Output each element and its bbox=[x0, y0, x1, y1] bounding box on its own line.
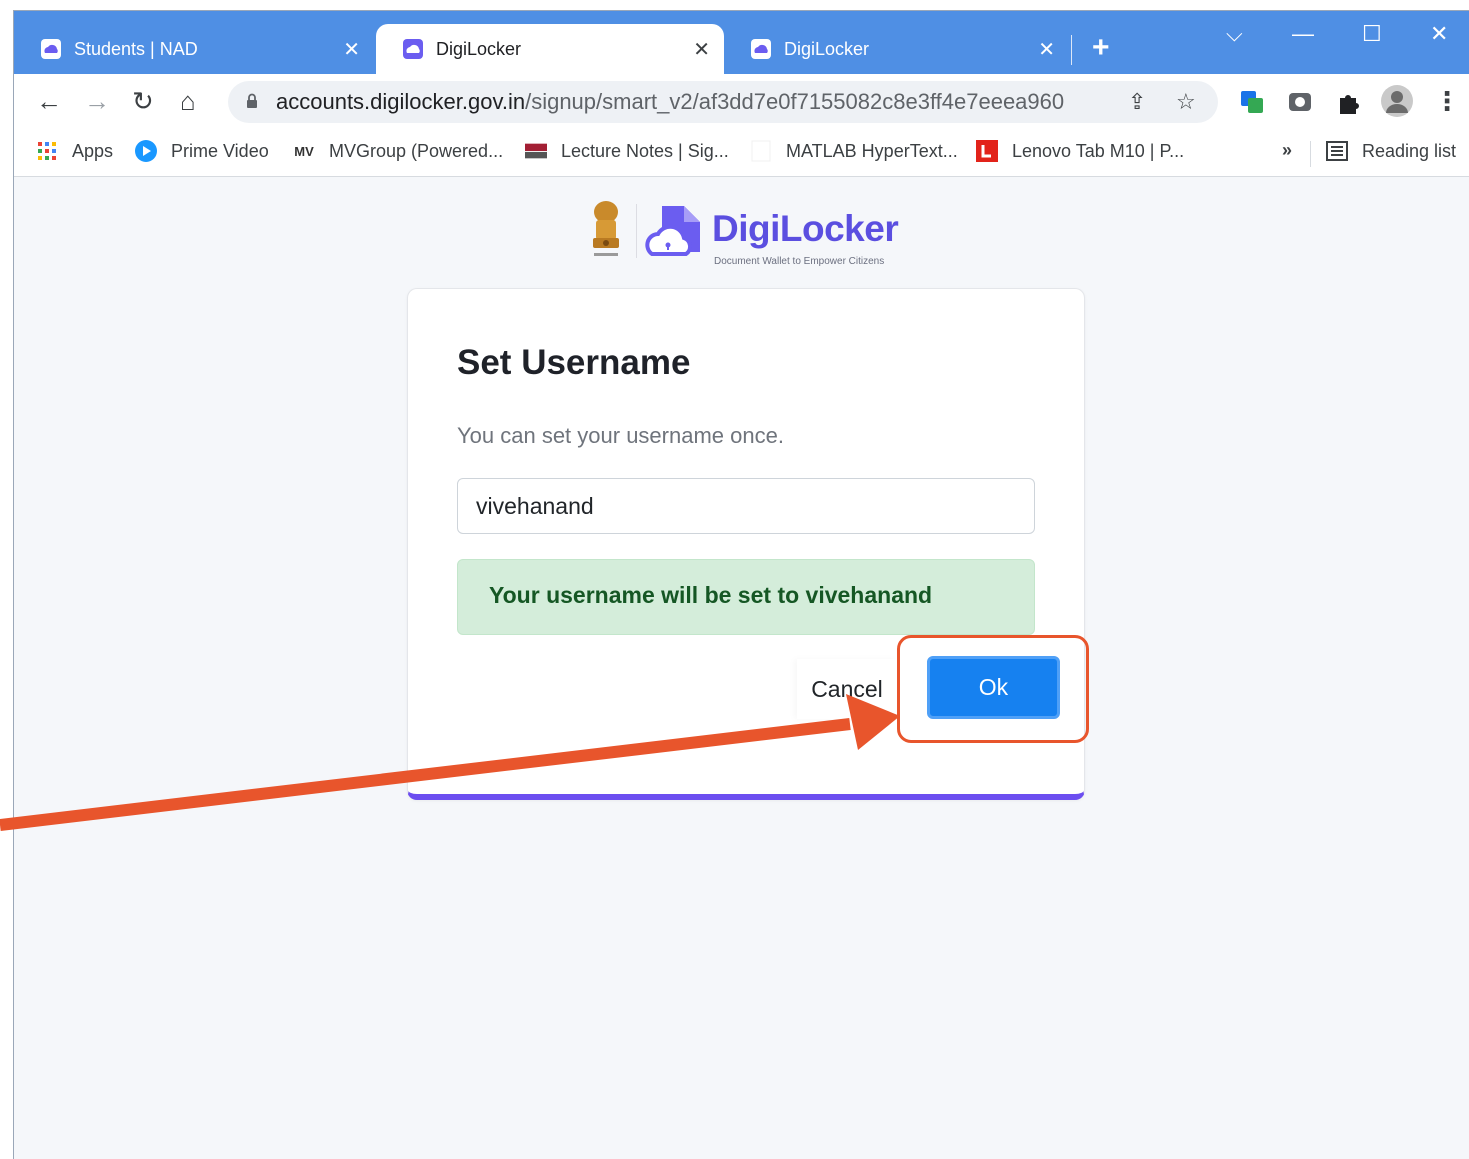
close-tab-icon[interactable]: ✕ bbox=[343, 37, 360, 62]
maximize-button[interactable]: ☐ bbox=[1362, 21, 1382, 47]
extension-screen-icon[interactable] bbox=[1286, 88, 1314, 116]
logo-divider bbox=[636, 204, 637, 258]
close-tab-icon[interactable]: ✕ bbox=[693, 37, 710, 62]
page-content: DigiLocker Document Wallet to Empower Ci… bbox=[14, 178, 1469, 1159]
bookmark-label: MVGroup (Powered... bbox=[329, 140, 504, 161]
annotation-highlight-box bbox=[897, 635, 1089, 743]
lenovo-icon bbox=[976, 140, 998, 162]
bookmark-star-icon[interactable]: ☆ bbox=[1176, 89, 1196, 115]
reading-list-icon bbox=[1326, 140, 1348, 162]
mvgroup-icon: MV bbox=[294, 143, 314, 159]
annotation-arrow-icon bbox=[0, 694, 900, 831]
apps-grid-icon bbox=[36, 140, 58, 162]
tab-separator bbox=[1071, 35, 1072, 65]
lock-icon bbox=[247, 93, 257, 108]
new-tab-button[interactable]: + bbox=[1092, 31, 1110, 65]
prime-video-icon bbox=[135, 140, 157, 162]
back-icon[interactable]: ← bbox=[36, 86, 62, 116]
logo-name: DigiLocker bbox=[712, 208, 899, 249]
dialog-subtitle: You can set your username once. bbox=[457, 423, 784, 448]
browser-toolbar: ← → ↻ ⌂ accounts.digilocker.gov.in/signu… bbox=[14, 74, 1469, 129]
bookmark-label: Lenovo Tab M10 | P... bbox=[1012, 140, 1185, 161]
national-emblem-icon bbox=[593, 201, 619, 256]
bookmark-label: Prime Video bbox=[171, 140, 269, 161]
screenshot: Students | NAD ✕ DigiLocker ✕ DigiLocker… bbox=[0, 0, 1469, 1159]
digilocker-cloud-icon bbox=[645, 206, 700, 256]
bookmarks-bar: Apps Prime Video MV MVGroup (Powered... … bbox=[14, 129, 1469, 177]
url-path: /signup/smart_v2/af3dd7e0f7155082c8e3ff4… bbox=[525, 89, 1065, 114]
username-input[interactable] bbox=[457, 478, 1035, 534]
close-window-button[interactable]: ✕ bbox=[1430, 21, 1448, 47]
close-tab-icon[interactable]: ✕ bbox=[1038, 37, 1055, 62]
address-bar[interactable]: accounts.digilocker.gov.in/signup/smart_… bbox=[228, 81, 1218, 123]
username-preview-alert: Your username will be set to vivehanand bbox=[457, 559, 1035, 635]
bookmark-mvgroup[interactable]: MV MVGroup (Powered... bbox=[293, 140, 503, 162]
bookmark-lecture-notes[interactable]: Lecture Notes | Sig... bbox=[525, 140, 729, 162]
browser-window: Students | NAD ✕ DigiLocker ✕ DigiLocker… bbox=[13, 10, 1469, 1159]
digilocker-favicon-icon bbox=[402, 38, 424, 60]
minimize-button[interactable]: — bbox=[1292, 21, 1314, 47]
logo-tagline: Document Wallet to Empower Citizens bbox=[714, 256, 885, 267]
tab-digilocker[interactable]: DigiLocker ✕ bbox=[724, 24, 1069, 74]
bookmark-prime-video[interactable]: Prime Video bbox=[135, 140, 269, 162]
bookmarks-divider bbox=[1310, 141, 1311, 167]
bookmark-label: MATLAB HyperText... bbox=[786, 140, 958, 161]
extension-translate-icon[interactable] bbox=[1238, 88, 1266, 116]
share-icon[interactable]: ⇪ bbox=[1128, 89, 1146, 115]
menu-kebab-icon[interactable]: ⋮ bbox=[1434, 86, 1460, 116]
bookmarks-overflow-button[interactable]: » bbox=[1282, 140, 1292, 161]
tab-search-icon[interactable]: ⌵ bbox=[1226, 21, 1243, 47]
url-host: accounts.digilocker.gov.in bbox=[276, 89, 526, 114]
bookmark-label: Apps bbox=[72, 140, 114, 161]
bookmark-lenovo[interactable]: Lenovo Tab M10 | P... bbox=[976, 140, 1184, 162]
tab-label: DigiLocker bbox=[436, 38, 522, 59]
tab-digilocker-active[interactable]: DigiLocker ✕ bbox=[376, 24, 724, 74]
bookmark-label: Lecture Notes | Sig... bbox=[561, 140, 729, 161]
digilocker-logo: DigiLocker Document Wallet to Empower Ci… bbox=[586, 198, 899, 267]
home-icon[interactable]: ⌂ bbox=[180, 86, 196, 116]
mit-ocw-icon bbox=[525, 140, 547, 162]
forward-icon[interactable]: → bbox=[84, 86, 110, 116]
tab-label: DigiLocker bbox=[784, 38, 870, 59]
dialog-title: Set Username bbox=[457, 343, 691, 382]
tab-bar: Students | NAD ✕ DigiLocker ✕ DigiLocker… bbox=[14, 11, 1469, 74]
tab-students-nad[interactable]: Students | NAD ✕ bbox=[14, 24, 374, 74]
profile-avatar-icon[interactable] bbox=[1380, 84, 1414, 118]
reading-list-button[interactable]: Reading list bbox=[1326, 140, 1456, 162]
extensions-puzzle-icon[interactable] bbox=[1334, 88, 1362, 116]
digilocker-favicon-icon bbox=[40, 38, 62, 60]
url-text: accounts.digilocker.gov.in/signup/smart_… bbox=[276, 89, 1064, 115]
bookmark-apps[interactable]: Apps bbox=[36, 140, 113, 162]
reading-list-label: Reading list bbox=[1362, 140, 1457, 161]
tab-label: Students | NAD bbox=[74, 38, 198, 59]
reload-icon[interactable]: ↻ bbox=[132, 86, 154, 116]
bookmark-matlab[interactable]: MATLAB HyperText... bbox=[750, 140, 958, 162]
blank-page-icon bbox=[750, 140, 772, 162]
digilocker-favicon-icon bbox=[750, 38, 772, 60]
